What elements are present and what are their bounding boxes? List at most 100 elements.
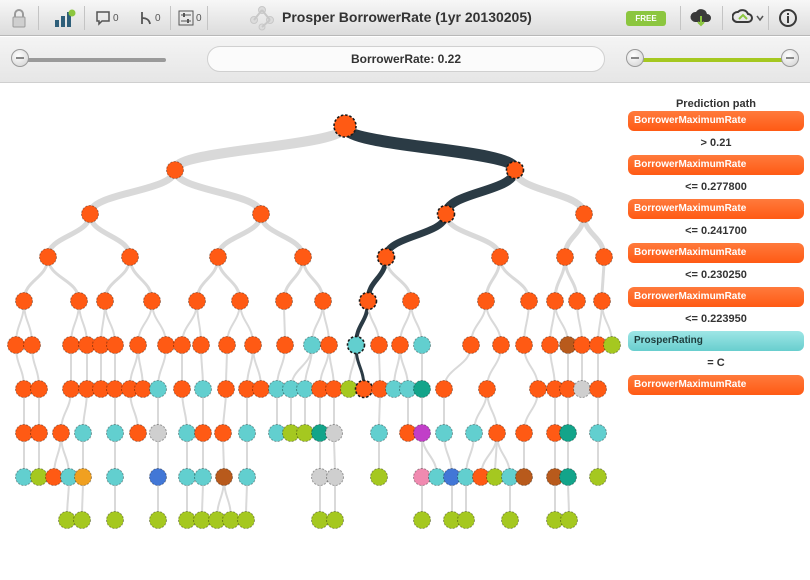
tree-path-node[interactable]: [333, 114, 357, 138]
info-button[interactable]: [778, 6, 798, 30]
tree-node[interactable]: [214, 424, 232, 442]
tree-node[interactable]: [15, 292, 33, 310]
tree-node[interactable]: [244, 336, 262, 354]
tree-node[interactable]: [370, 424, 388, 442]
tree-node[interactable]: [45, 468, 63, 486]
tree-node[interactable]: [589, 468, 607, 486]
download-button[interactable]: [689, 6, 713, 30]
tree-node[interactable]: [15, 380, 33, 398]
tree-node[interactable]: [457, 468, 475, 486]
tree-node[interactable]: [15, 424, 33, 442]
tree-node[interactable]: [149, 424, 167, 442]
tree-node[interactable]: [106, 380, 124, 398]
tree-node[interactable]: [194, 380, 212, 398]
tree-node[interactable]: [402, 292, 420, 310]
tree-node[interactable]: [413, 468, 431, 486]
tree-node[interactable]: [462, 336, 480, 354]
tree-node[interactable]: [252, 380, 270, 398]
tree-node[interactable]: [238, 424, 256, 442]
tree-node[interactable]: [575, 205, 593, 223]
tree-node[interactable]: [465, 424, 483, 442]
tree-node[interactable]: [477, 292, 495, 310]
tree-node[interactable]: [435, 380, 453, 398]
confidence-slider-handle[interactable]: [626, 49, 644, 67]
tree-node[interactable]: [296, 424, 314, 442]
lock-button[interactable]: [10, 6, 28, 30]
tree-node[interactable]: [556, 248, 574, 266]
tree-node[interactable]: [275, 292, 293, 310]
tree-node[interactable]: [73, 511, 91, 529]
path-step-field[interactable]: BorrowerMaximumRate: [628, 155, 804, 175]
path-step-field[interactable]: BorrowerMaximumRate: [628, 287, 804, 307]
tree-node[interactable]: [157, 336, 175, 354]
tree-node[interactable]: [193, 511, 211, 529]
actions-menu-button[interactable]: [732, 6, 764, 30]
tree-node[interactable]: [178, 511, 196, 529]
tree-node[interactable]: [58, 511, 76, 529]
tree-node[interactable]: [413, 511, 431, 529]
tree-node[interactable]: [30, 468, 48, 486]
tree-node[interactable]: [23, 336, 41, 354]
tree-node[interactable]: [314, 292, 332, 310]
tree-node[interactable]: [276, 336, 294, 354]
tree-node[interactable]: [325, 424, 343, 442]
tree-node[interactable]: [391, 336, 409, 354]
confidence-slider-max-handle[interactable]: [781, 49, 799, 67]
tree-node[interactable]: [121, 248, 139, 266]
tree-node[interactable]: [573, 380, 591, 398]
tree-path-node[interactable]: [346, 335, 366, 355]
tree-node[interactable]: [173, 336, 191, 354]
tree-node[interactable]: [486, 468, 504, 486]
tree-node[interactable]: [52, 424, 70, 442]
tree-node[interactable]: [320, 336, 338, 354]
tree-path-node[interactable]: [376, 247, 396, 267]
tree-path-node[interactable]: [354, 379, 374, 399]
tree-node[interactable]: [325, 380, 343, 398]
tree-node[interactable]: [457, 511, 475, 529]
path-step-field[interactable]: BorrowerMaximumRate: [628, 111, 804, 131]
tree-node[interactable]: [589, 424, 607, 442]
tree-node[interactable]: [106, 336, 124, 354]
tree-node[interactable]: [593, 292, 611, 310]
comments-button[interactable]: 0: [95, 6, 119, 30]
support-slider-handle[interactable]: [11, 49, 29, 67]
tree-node[interactable]: [178, 424, 196, 442]
tree-node[interactable]: [559, 468, 577, 486]
tree-node[interactable]: [238, 468, 256, 486]
tree-node[interactable]: [129, 424, 147, 442]
tree-node[interactable]: [192, 336, 210, 354]
confidence-slider-track[interactable]: [636, 58, 796, 62]
tree-node[interactable]: [81, 205, 99, 223]
tree-node[interactable]: [370, 468, 388, 486]
tree-node[interactable]: [326, 511, 344, 529]
tree-path-node[interactable]: [436, 204, 456, 224]
tree-node[interactable]: [326, 468, 344, 486]
tree-node[interactable]: [492, 336, 510, 354]
support-slider-track[interactable]: [18, 58, 166, 62]
tree-node[interactable]: [194, 468, 212, 486]
tree-node[interactable]: [413, 380, 431, 398]
tree-node[interactable]: [296, 380, 314, 398]
tree-node[interactable]: [39, 248, 57, 266]
tree-node[interactable]: [188, 292, 206, 310]
tree-node[interactable]: [70, 292, 88, 310]
tree-node[interactable]: [149, 468, 167, 486]
tree-node[interactable]: [515, 336, 533, 354]
tree-node[interactable]: [435, 424, 453, 442]
tree-node[interactable]: [166, 161, 184, 179]
tree-node[interactable]: [237, 511, 255, 529]
forks-button[interactable]: 0: [139, 6, 161, 30]
tree-node[interactable]: [478, 380, 496, 398]
tree-node[interactable]: [515, 468, 533, 486]
tree-node[interactable]: [515, 424, 533, 442]
tree-node[interactable]: [173, 380, 191, 398]
filter-settings-button[interactable]: 0: [178, 6, 202, 30]
tree-node[interactable]: [541, 336, 559, 354]
tree-node[interactable]: [603, 336, 621, 354]
tree-node[interactable]: [573, 336, 591, 354]
tree-node[interactable]: [209, 248, 227, 266]
tree-node[interactable]: [30, 424, 48, 442]
tree-node[interactable]: [178, 468, 196, 486]
tree-node[interactable]: [595, 248, 613, 266]
path-step-field[interactable]: BorrowerMaximumRate: [628, 199, 804, 219]
